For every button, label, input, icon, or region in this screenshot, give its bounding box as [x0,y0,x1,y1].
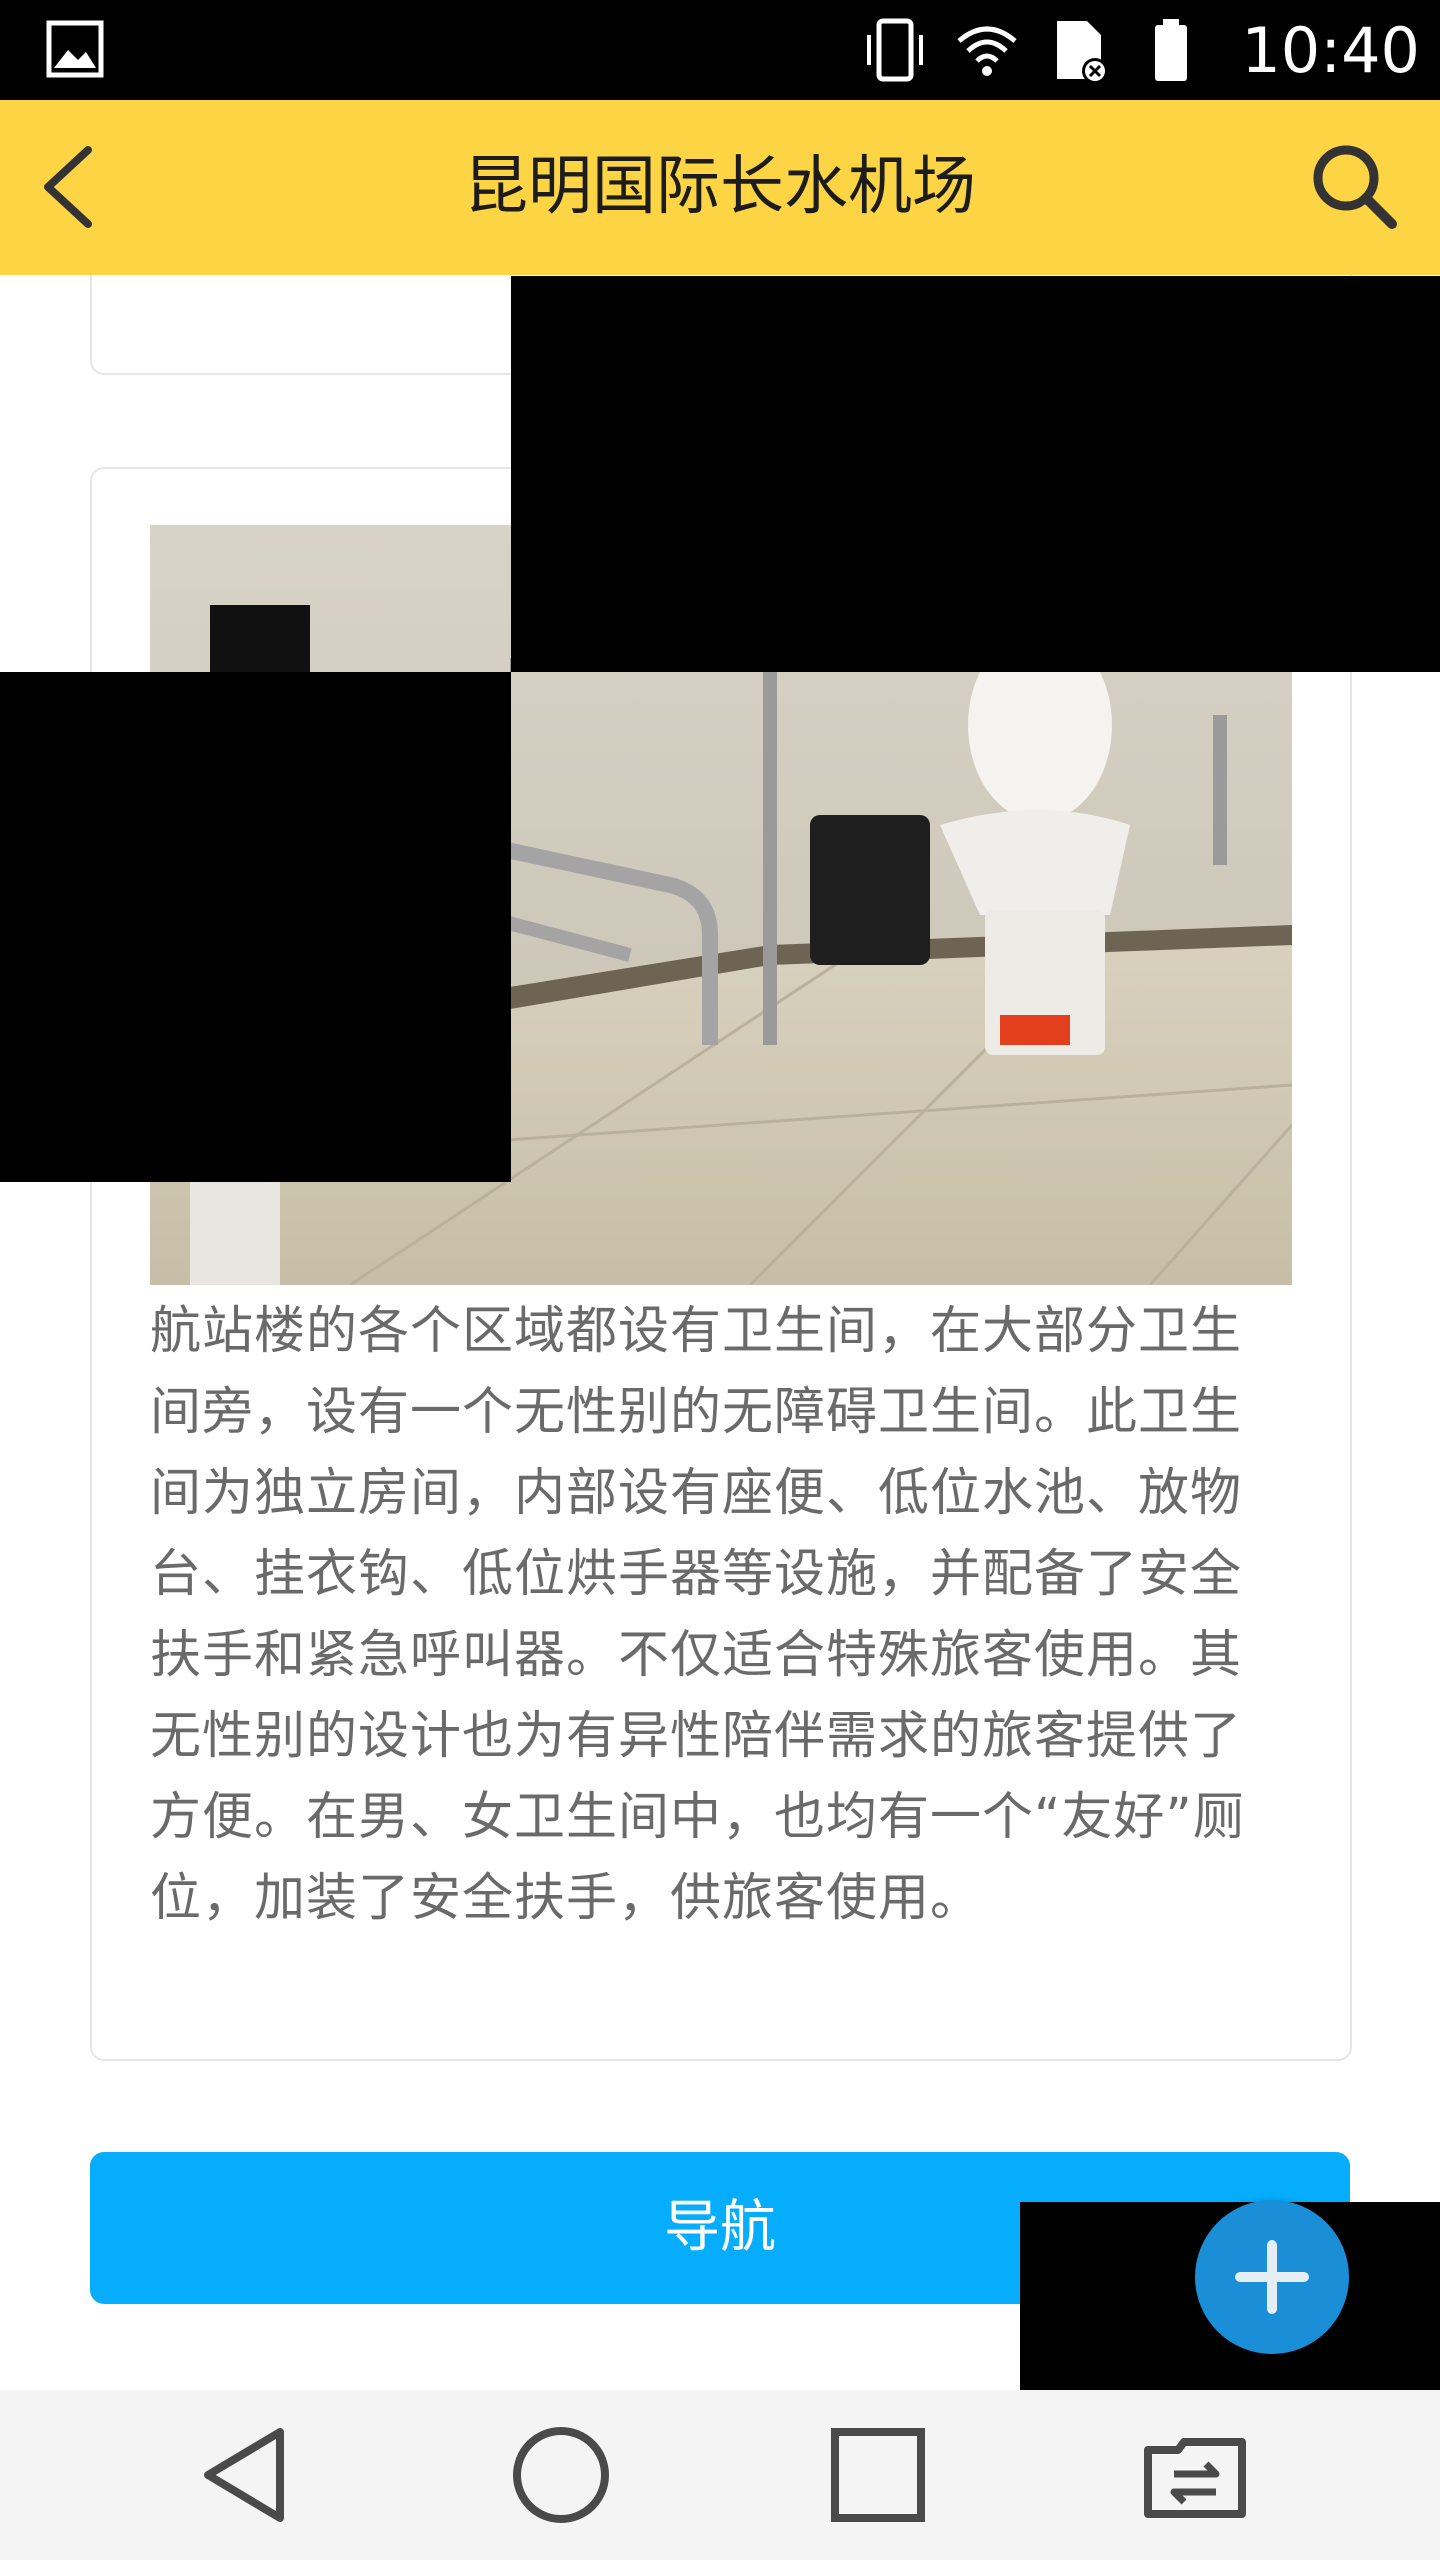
gallery-icon [46,20,104,78]
battery-full-icon [1155,19,1188,81]
redaction-block-left [0,672,511,1182]
page-title: 昆明国际长水机场 [464,150,976,224]
redaction-block-top-right [511,276,1440,672]
status-icons: 10:40 [863,0,1420,100]
wifi-icon [957,26,1017,76]
system-navigation-bar [0,2390,1440,2560]
clock: 10:40 [1241,13,1420,87]
add-fab[interactable] [1195,2200,1349,2354]
back-triangle-icon[interactable] [180,2410,310,2540]
plus-icon [1235,2240,1309,2314]
search-icon[interactable] [1300,132,1410,242]
switch-app-icon[interactable] [1130,2410,1260,2540]
sim-card-no-service-icon [1057,21,1109,84]
facility-description: 航站楼的各个区域都设有卫生间，在大部分卫生间旁，设有一个无性别的无障碍卫生间。此… [150,1302,1245,1928]
status-bar: 10:40 [0,0,1440,100]
home-circle-icon[interactable] [496,2410,626,2540]
app-toolbar: 昆明国际长水机场 [0,100,1440,275]
vibrate-icon [867,18,924,82]
recents-square-icon[interactable] [813,2410,943,2540]
